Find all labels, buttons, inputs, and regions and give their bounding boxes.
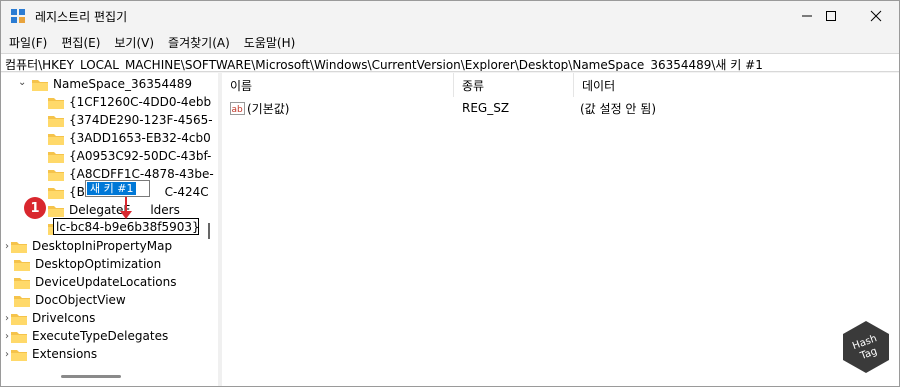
tree-node-label: DesktopIniPropertyMap bbox=[32, 239, 173, 253]
new-key-name-tooltip: 새 키 #1 bbox=[85, 180, 150, 197]
title-bar[interactable]: 레지스트리 편집기 bbox=[1, 1, 899, 31]
folder-icon bbox=[48, 132, 64, 145]
menu-bar: 파일(F) 편집(E) 보기(V) 즐겨찾기(A) 도움말(H) bbox=[1, 31, 899, 53]
tree-node-sibling[interactable]: › DesktopIniPropertyMap bbox=[5, 237, 172, 255]
values-list-pane[interactable]: 이름 종류 데이터 ab (기본값) REG_SZ (값 설정 안 됨) bbox=[222, 73, 899, 386]
menu-file[interactable]: 파일(F) bbox=[1, 34, 53, 51]
folder-icon bbox=[11, 348, 27, 361]
chevron-right-icon[interactable]: › bbox=[5, 241, 9, 252]
tooltip-text: 새 키 #1 bbox=[87, 182, 137, 195]
hashtag-logo-icon: Hash Tag bbox=[843, 321, 889, 373]
column-header-data[interactable]: 데이터 bbox=[574, 73, 899, 97]
tree-node-child[interactable]: DelegateF lders bbox=[48, 201, 180, 219]
tree-node-child[interactable]: {3ADD1653-EB32-4cb0 bbox=[48, 129, 211, 147]
registry-editor-window: 레지스트리 편집기 파일(F) 편집(E) 보기(V) 즐겨찾기(A) 도움말(… bbox=[0, 0, 900, 387]
tree-node-sibling[interactable]: DocObjectView bbox=[14, 291, 126, 309]
folder-icon bbox=[11, 330, 27, 343]
tree-node-label: {A0953C92-50DC-43bf- bbox=[69, 149, 212, 163]
tree-node-label: C-424C bbox=[164, 185, 209, 199]
folder-icon bbox=[48, 186, 64, 199]
registry-app-icon bbox=[11, 9, 25, 23]
tree-node-sibling[interactable]: › DriveIcons bbox=[5, 309, 95, 327]
folder-icon bbox=[48, 168, 64, 181]
tree-node-label: DocObjectView bbox=[35, 293, 126, 307]
tree-node-label: {A8CDFF1C-4878-43be- bbox=[69, 167, 214, 181]
tree-node-label: {1CF1260C-4DD0-4ebb bbox=[69, 95, 212, 109]
menu-view[interactable]: 보기(V) bbox=[106, 34, 160, 51]
folder-icon bbox=[48, 114, 64, 127]
folder-icon bbox=[14, 258, 30, 271]
folder-icon bbox=[48, 150, 64, 163]
tree-node-label: {374DE290-123F-4565- bbox=[69, 113, 213, 127]
folder-icon bbox=[48, 204, 64, 217]
chevron-right-icon[interactable]: › bbox=[5, 331, 9, 342]
chevron-right-icon[interactable]: › bbox=[5, 313, 9, 324]
string-value-icon: ab bbox=[230, 99, 245, 117]
folder-icon bbox=[14, 276, 30, 289]
folder-icon bbox=[11, 312, 27, 325]
close-button[interactable] bbox=[853, 1, 899, 31]
svg-text:ab: ab bbox=[232, 105, 244, 115]
tree-node-child[interactable]: {374DE290-123F-4565- bbox=[48, 111, 213, 129]
menu-help[interactable]: 도움말(H) bbox=[236, 34, 302, 51]
tree-node-sibling[interactable]: DesktopOptimization bbox=[14, 255, 161, 273]
value-data: (값 설정 안 됨) bbox=[580, 101, 657, 116]
menu-edit[interactable]: 편집(E) bbox=[53, 34, 106, 51]
tree-node-sibling[interactable]: › ExecuteTypeDelegates bbox=[5, 327, 168, 345]
tree-node-namespace[interactable]: ⌄ NameSpace_36354489 bbox=[18, 75, 192, 93]
tree-node-label: DesktopOptimization bbox=[35, 257, 162, 271]
value-name: (기본값) bbox=[247, 101, 290, 116]
folder-icon bbox=[48, 96, 64, 109]
down-arrow-icon bbox=[120, 197, 132, 219]
tree-node-label: DeviceUpdateLocations bbox=[35, 275, 177, 289]
tree-node-sibling[interactable]: DeviceUpdateLocations bbox=[14, 273, 177, 291]
tree-node-label: {3ADD1653-EB32-4cb0 bbox=[69, 131, 211, 145]
step-number-badge: 1 bbox=[24, 197, 46, 219]
tree-node-child[interactable]: {A0953C92-50DC-43bf- bbox=[48, 147, 211, 165]
folder-open-icon bbox=[32, 78, 48, 91]
tree-node-label: ExecuteTypeDelegates bbox=[32, 329, 169, 343]
window-title: 레지스트리 편집기 bbox=[35, 10, 128, 24]
text-cursor bbox=[208, 223, 210, 239]
tree-node-label: NameSpace_36354489 bbox=[53, 77, 193, 91]
folder-icon bbox=[11, 240, 27, 253]
address-bar[interactable]: 컴퓨터\HKEY_LOCAL_MACHINE\SOFTWARE\Microsof… bbox=[1, 53, 899, 72]
tree-node-label: DriveIcons bbox=[32, 311, 96, 325]
column-header-name[interactable]: 이름 bbox=[222, 73, 454, 97]
tree-node-sibling[interactable]: › Extensions bbox=[5, 345, 97, 363]
horizontal-scrollbar[interactable] bbox=[61, 375, 121, 378]
chevron-down-icon[interactable]: ⌄ bbox=[18, 77, 26, 88]
tree-node-child[interactable]: {1CF1260C-4DD0-4ebb bbox=[48, 93, 211, 111]
folder-icon bbox=[14, 294, 30, 307]
column-header-type[interactable]: 종류 bbox=[454, 73, 574, 97]
maximize-button[interactable] bbox=[808, 1, 854, 31]
tree-node-label: lders bbox=[150, 203, 180, 217]
menu-favorites[interactable]: 즐겨찾기(A) bbox=[160, 34, 236, 51]
value-type: REG_SZ bbox=[462, 101, 510, 115]
tree-node-label: Extensions bbox=[32, 347, 98, 361]
chevron-right-icon[interactable]: › bbox=[5, 349, 9, 360]
